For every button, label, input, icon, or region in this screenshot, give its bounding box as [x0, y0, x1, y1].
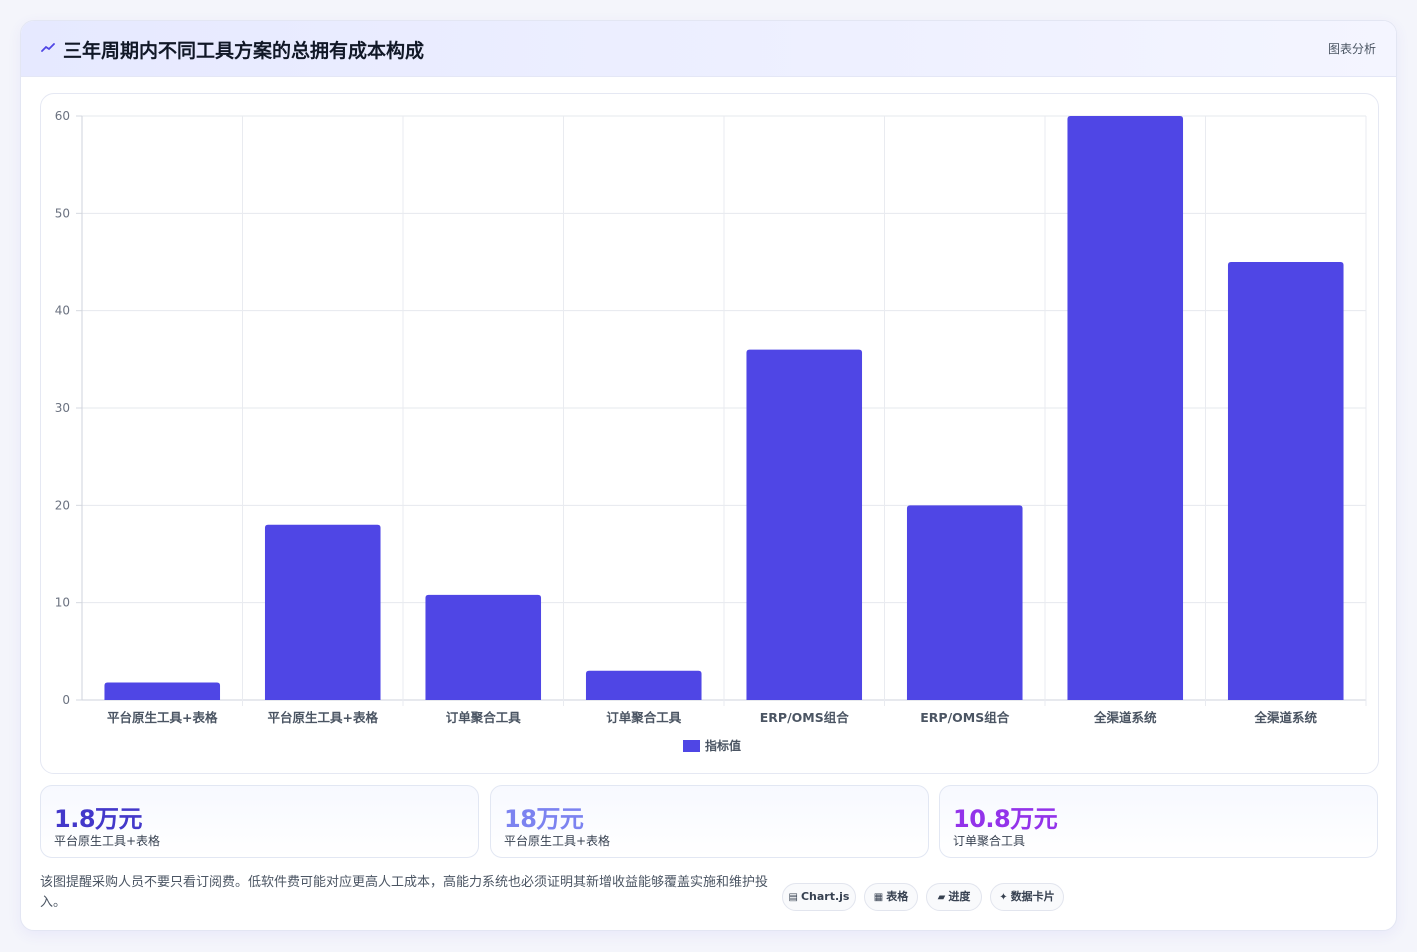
x-tick-label: ERP/OMS组合 — [920, 710, 1009, 725]
stat-value: 18万元 — [504, 805, 584, 833]
chart-title: 三年周期内不同工具方案的总拥有成本构成 — [63, 40, 425, 62]
bar — [1067, 116, 1184, 700]
bar-chart: 0 10 20 30 40 50 60 平台原生工具+表格 平台原生工具+表格 订单聚合工具 订单聚… — [55, 109, 1367, 753]
chip-label: 数据卡片 — [1010, 890, 1055, 903]
y-tick-label: 60 — [55, 109, 70, 123]
y-tick-label: 30 — [55, 401, 70, 415]
progress-icon: ▰ — [937, 892, 946, 903]
bar — [906, 505, 1023, 700]
trend-icon — [41, 43, 55, 52]
y-tick-label: 40 — [55, 304, 70, 318]
chip-label: 进度 — [948, 890, 971, 903]
chip-table[interactable]: ▦ 表格 — [864, 883, 918, 911]
bar — [1227, 262, 1344, 700]
chart-icon: ▤ — [788, 892, 798, 903]
bar — [264, 524, 381, 700]
chart-card: 三年周期内不同工具方案的总拥有成本构成 图表分析 0 10 20 30 40 50 60 平台… — [20, 20, 1397, 931]
bar — [104, 682, 221, 700]
x-tick-label: ERP/OMS组合 — [760, 710, 849, 725]
stat-value: 10.8万元 — [953, 805, 1058, 833]
x-tick-label: 订单聚合工具 — [446, 710, 522, 725]
chip-data-card[interactable]: ✦ 数据卡片 — [990, 883, 1064, 911]
y-tick-label: 10 — [55, 596, 70, 610]
legend-label: 指标值 — [705, 738, 741, 753]
stat-label: 订单聚合工具 — [953, 834, 1026, 848]
bar — [585, 670, 702, 700]
stat-value: 1.8万元 — [54, 805, 143, 833]
chart-panel: 0 10 20 30 40 50 60 平台原生工具+表格 平台原生工具+表格 订单聚合工具 订单聚… — [40, 93, 1379, 774]
chip-chartjs[interactable]: ▤ Chart.js — [782, 883, 856, 911]
stat-card: 1.8万元 平台原生工具+表格 — [40, 785, 479, 858]
chart-analysis-tag[interactable]: 图表分析 — [1328, 40, 1376, 57]
x-tick-label: 全渠道系统 — [1253, 710, 1317, 725]
y-tick-label: 50 — [55, 206, 70, 220]
bar — [425, 594, 542, 700]
y-tick-label: 20 — [55, 498, 70, 512]
sparkle-icon: ✦ — [999, 892, 1008, 903]
legend-swatch — [683, 740, 700, 752]
stat-card: 10.8万元 订单聚合工具 — [939, 785, 1378, 858]
x-tick-label: 订单聚合工具 — [606, 710, 682, 725]
card-header: 三年周期内不同工具方案的总拥有成本构成 图表分析 — [21, 21, 1396, 77]
table-icon: ▦ — [873, 892, 884, 903]
stat-label: 平台原生工具+表格 — [54, 834, 161, 848]
x-tick-label: 平台原生工具+表格 — [268, 710, 379, 725]
stat-label: 平台原生工具+表格 — [504, 834, 611, 848]
x-tick-label: 全渠道系统 — [1093, 710, 1157, 725]
footer-note: 该图提醒采购人员不要只看订阅费。低软件费可能对应更高人工成本，高能力系统也必须证… — [40, 875, 769, 910]
chip-progress[interactable]: ▰ 进度 — [926, 883, 982, 911]
bar — [746, 349, 863, 700]
x-tick-label: 平台原生工具+表格 — [107, 710, 218, 725]
stat-cards: 1.8万元 平台原生工具+表格 18万元 平台原生工具+表格 10.8万元 订单… — [40, 785, 1379, 858]
y-tick-label: 0 — [62, 693, 70, 707]
stat-card: 18万元 平台原生工具+表格 — [490, 785, 929, 858]
chip-label: Chart.js — [800, 890, 850, 903]
chip-label: 表格 — [886, 890, 909, 903]
